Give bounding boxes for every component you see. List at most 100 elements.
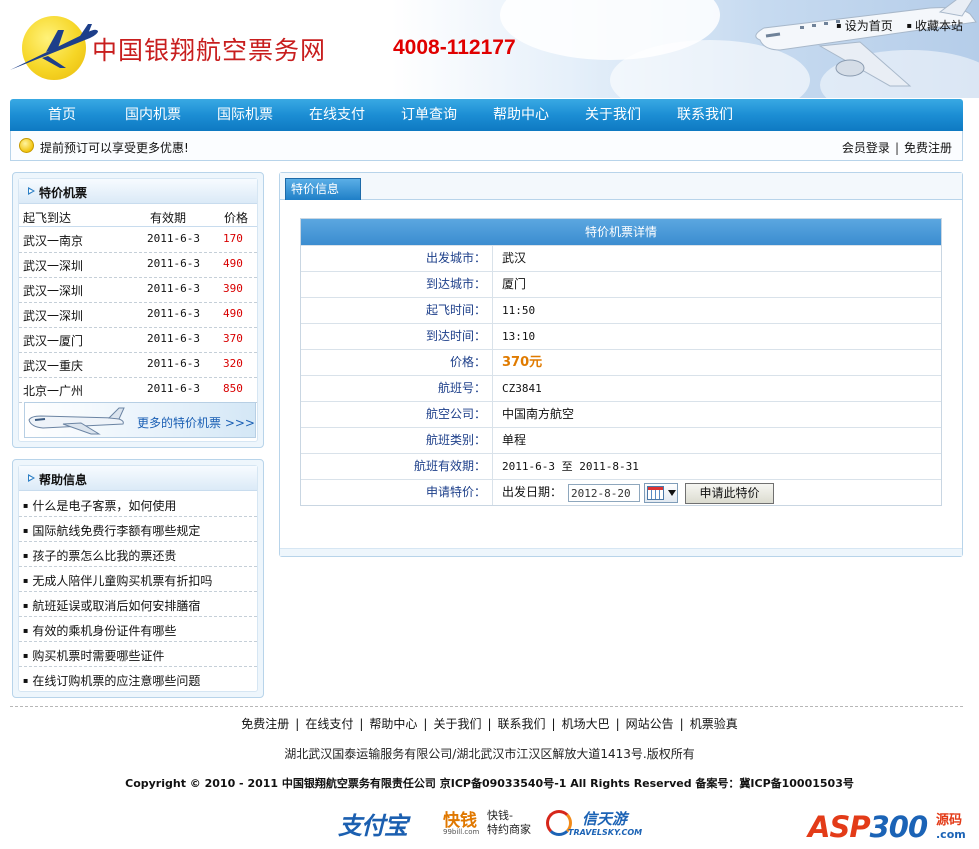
depart-date-input[interactable] xyxy=(568,484,640,502)
list-item[interactable]: 孩子的票怎么比我的票还贵 xyxy=(19,542,257,567)
footer-address: 湖北武汉国泰运输服务有限公司/湖北武汉市江汉区解放大道1413号.版权所有 xyxy=(284,747,695,761)
separator: | xyxy=(359,717,364,731)
apply-label: 申请特价： xyxy=(301,480,493,505)
fare-detail-table: 特价机票详情 出发城市： 武汉 到达城市： 厦门 起飞时间： 11:50 到达时… xyxy=(300,218,942,506)
footer-link-help[interactable]: 帮助中心 xyxy=(369,717,417,731)
table-row[interactable]: 武汉一南京 2011-6-3 170 xyxy=(19,228,257,253)
list-item[interactable]: 什么是电子客票，如何使用 xyxy=(19,492,257,517)
list-item[interactable]: 无成人陪伴儿童购买机票有折扣吗 xyxy=(19,567,257,592)
nav-international-tickets[interactable]: 国际机票 xyxy=(217,99,273,131)
depart-city-label: 出发城市： xyxy=(301,246,493,271)
footer-divider xyxy=(10,706,963,707)
detail-row-airline: 航空公司： 中国南方航空 xyxy=(301,401,941,427)
separator: | xyxy=(487,717,492,731)
fare-date: 2011-6-3 xyxy=(147,332,200,345)
nav-about-us[interactable]: 关于我们 xyxy=(585,99,641,131)
tab-special-info[interactable]: 特价信息 xyxy=(285,178,361,200)
help-link[interactable]: 国际航线免费行李额有哪些规定 xyxy=(23,522,200,539)
footer-link-payment[interactable]: 在线支付 xyxy=(305,717,353,731)
banner-plane-icon xyxy=(28,407,125,435)
help-link[interactable]: 有效的乘机身份证件有哪些 xyxy=(23,622,176,639)
help-link[interactable]: 在线订购机票的应注意哪些问题 xyxy=(23,672,200,689)
table-row[interactable]: 北京一广州 2011-6-3 850 xyxy=(19,378,257,403)
flight-type-value: 单程 xyxy=(502,433,527,447)
fare-route[interactable]: 武汉一厦门 xyxy=(23,332,83,349)
table-row[interactable]: 武汉一重庆 2011-6-3 320 xyxy=(19,353,257,378)
triangle-bullet-icon xyxy=(28,474,35,482)
list-item[interactable]: 在线订购机票的应注意哪些问题 xyxy=(19,667,257,692)
footer-link-about[interactable]: 关于我们 xyxy=(433,717,481,731)
arrive-time-value: 13:10 xyxy=(502,330,536,343)
fare-route[interactable]: 武汉一南京 xyxy=(23,232,83,249)
fare-route[interactable]: 武汉一深圳 xyxy=(23,282,83,299)
help-link[interactable]: 无成人陪伴儿童购买机票有折扣吗 xyxy=(23,572,212,589)
footer-link-register[interactable]: 免费注册 xyxy=(241,717,289,731)
column-route: 起飞到达 xyxy=(23,211,72,225)
more-fares-link[interactable]: 更多的特价机票 >>> xyxy=(137,414,255,431)
nav-domestic-tickets[interactable]: 国内机票 xyxy=(125,99,181,131)
arrive-city-label: 到达城市： xyxy=(301,272,493,297)
main-tab-strip: 特价信息 xyxy=(280,173,962,200)
fare-price: 850 xyxy=(223,382,243,395)
validity-value: 2011-6-3 至 2011-8-31 xyxy=(502,460,639,473)
help-link[interactable]: 购买机票时需要哪些证件 xyxy=(23,647,164,664)
fare-price: 320 xyxy=(223,357,243,370)
table-row[interactable]: 武汉一深圳 2011-6-3 490 xyxy=(19,303,257,328)
register-link[interactable]: 免费注册 xyxy=(904,141,952,155)
list-item[interactable]: 航班延误或取消后如何安排膳宿 xyxy=(19,592,257,617)
separator: | xyxy=(551,717,556,731)
table-row[interactable]: 武汉一厦门 2011-6-3 370 xyxy=(19,328,257,353)
separator: | xyxy=(679,717,684,731)
depart-time-label: 起飞时间： xyxy=(301,298,493,323)
asp300-cn-text: 源码 xyxy=(936,813,963,828)
help-link[interactable]: 孩子的票怎么比我的票还贵 xyxy=(23,547,176,564)
list-item[interactable]: 国际航线免费行李额有哪些规定 xyxy=(19,517,257,542)
asp-brand-part2: 300 xyxy=(869,810,929,844)
kuaiqian-logo[interactable]: 快钱 99bill.com 快钱- 特约商家 xyxy=(443,806,531,840)
fare-route[interactable]: 武汉一重庆 xyxy=(23,357,83,374)
list-item[interactable]: 有效的乘机身份证件有哪些 xyxy=(19,617,257,642)
nav-contact-us[interactable]: 联系我们 xyxy=(677,99,733,131)
set-homepage-link[interactable]: 设为首页 xyxy=(836,19,892,33)
travelsky-en-text: TRAVELSKY.COM xyxy=(568,828,643,837)
main-content: 特价信息 特价机票详情 出发城市： 武汉 到达城市： 厦门 起飞时间： 11:5… xyxy=(279,172,963,557)
bookmark-link[interactable]: 收藏本站 xyxy=(907,19,963,33)
help-link[interactable]: 什么是电子客票，如何使用 xyxy=(23,497,176,514)
alipay-logo[interactable]: 支付宝 xyxy=(338,806,408,840)
asp300-brand-text: ASP300 xyxy=(808,810,929,844)
nav-online-payment[interactable]: 在线支付 xyxy=(309,99,365,131)
special-fares-inner: 特价机票 起飞到达 有效期 价格 武汉一南京 2011-6-3 170 武汉一深… xyxy=(18,178,258,442)
footer-link-airport-bus[interactable]: 机场大巴 xyxy=(562,717,610,731)
fare-route[interactable]: 武汉一深圳 xyxy=(23,307,83,324)
footer-link-announcements[interactable]: 网站公告 xyxy=(626,717,674,731)
column-price: 价格 xyxy=(224,211,249,225)
help-info-title: 帮助信息 xyxy=(39,473,88,487)
flight-no-label: 航班号： xyxy=(301,376,493,401)
more-fares-banner[interactable]: 更多的特价机票 >>> xyxy=(24,402,256,438)
footer-link-ticket-verify[interactable]: 机票验真 xyxy=(690,717,738,731)
footer-copyright: Copyright © 2010 - 2011 中国银翔航空票务有限责任公司 京… xyxy=(125,777,854,790)
column-validity: 有效期 xyxy=(150,211,187,225)
site-title[interactable]: 中国银翔航空票务网 xyxy=(92,31,326,67)
calendar-picker-button[interactable] xyxy=(644,483,678,503)
fare-route[interactable]: 武汉一深圳 xyxy=(23,257,83,274)
nav-home[interactable]: 首页 xyxy=(48,99,76,131)
table-row[interactable]: 武汉一深圳 2011-6-3 490 xyxy=(19,253,257,278)
help-link[interactable]: 航班延误或取消后如何安排膳宿 xyxy=(23,597,200,614)
arrive-time-label: 到达时间： xyxy=(301,324,493,349)
account-links: 会员登录 | 免费注册 xyxy=(842,139,952,156)
apply-special-fare-button[interactable]: 申请此特价 xyxy=(685,483,774,504)
detail-row-depart-time: 起飞时间： 11:50 xyxy=(301,297,941,323)
hotline-number: 4008-112177 xyxy=(393,36,516,59)
member-login-link[interactable]: 会员登录 xyxy=(842,141,890,155)
fare-date: 2011-6-3 xyxy=(147,307,200,320)
separator: | xyxy=(894,141,899,155)
nav-help-center[interactable]: 帮助中心 xyxy=(493,99,549,131)
travelsky-cn-text: 信天游 xyxy=(582,810,628,828)
table-row[interactable]: 武汉一深圳 2011-6-3 390 xyxy=(19,278,257,303)
nav-order-query[interactable]: 订单查询 xyxy=(401,99,457,131)
footer-link-contact[interactable]: 联系我们 xyxy=(498,717,546,731)
list-item[interactable]: 购买机票时需要哪些证件 xyxy=(19,642,257,667)
asp300-logo[interactable]: ASP300 源码 .com xyxy=(808,806,973,846)
fare-route[interactable]: 北京一广州 xyxy=(23,382,83,399)
